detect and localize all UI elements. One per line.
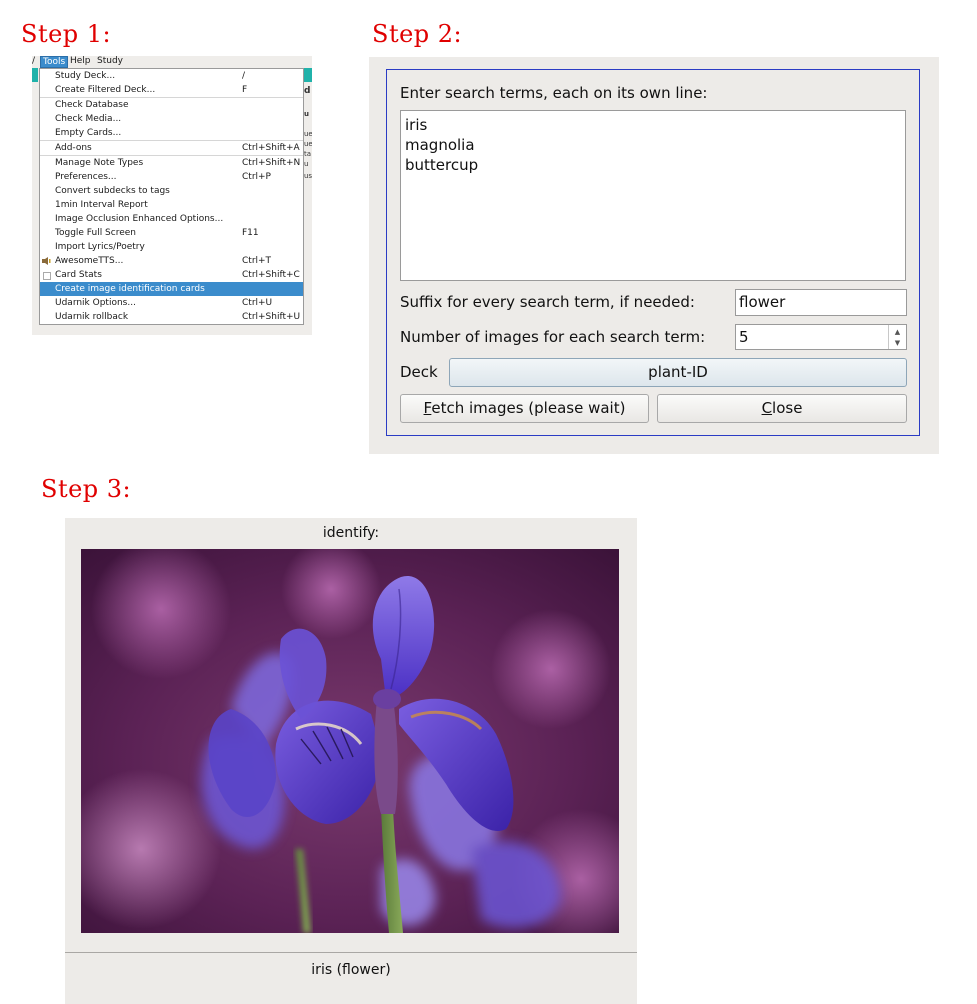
menu-item-udarnik-rollback[interactable]: Udarnik rollback Ctrl+Shift+U [40,310,303,324]
menu-screenshot: / Tools Help Study d u ue ue ta u us Stu… [32,56,312,335]
search-term-line: buttercup [405,156,479,174]
image-count-label: Number of images for each search term: [400,328,706,346]
menu-item-toggle-full-screen[interactable]: Toggle Full Screen F11 [40,226,303,240]
search-terms-label: Enter search terms, each on its own line… [400,84,708,102]
menu-item-empty-cards[interactable]: Empty Cards... [40,126,303,140]
menubar-tools[interactable]: Tools [40,56,69,68]
tools-dropdown: Study Deck... / Create Filtered Deck... … [39,68,304,325]
menu-item-interval-report[interactable]: 1min Interval Report [40,198,303,212]
suffix-input[interactable]: flower [735,289,907,316]
search-term-line: magnolia [405,136,475,154]
menu-item-check-database[interactable]: Check Database [40,98,303,112]
deck-label: Deck [400,363,438,381]
menubar-study[interactable]: Study [97,56,123,67]
menu-item-create-filtered-deck[interactable]: Create Filtered Deck... F [40,83,303,97]
menu-item-image-occlusion-options[interactable]: Image Occlusion Enhanced Options... [40,212,303,226]
spin-down-icon[interactable]: ▼ [889,337,906,349]
step-2-label: Step 2: [372,20,463,48]
checkbox-icon [43,272,51,280]
search-terms-textarea[interactable]: iris magnolia buttercup [400,110,906,281]
window-accent-left [32,68,38,82]
step-3-label: Step 3: [41,475,132,503]
menu-item-study-deck[interactable]: Study Deck... / [40,69,303,83]
menu-item-card-stats[interactable]: Card Stats Ctrl+Shift+C [40,268,303,282]
menu-item-preferences[interactable]: Preferences... Ctrl+P [40,170,303,184]
search-term-line: iris [405,116,428,134]
menubar-help[interactable]: Help [70,56,91,67]
menu-item-add-ons[interactable]: Add-ons Ctrl+Shift+A [40,141,303,155]
menu-item-udarnik-options[interactable]: Udarnik Options... Ctrl+U [40,296,303,310]
card-question: identify: [322,525,380,541]
speaker-icon [42,257,51,265]
close-button[interactable]: Close [657,394,907,423]
iris-flower-photo [81,549,619,933]
suffix-label: Suffix for every search term, if needed: [400,293,695,311]
flashcard-preview: identify: iris (flower) [65,518,637,1004]
fetch-images-button[interactable]: Fetch images (please wait) [400,394,649,423]
menu-item-awesometts[interactable]: AwesomeTTS... Ctrl+T [40,254,303,268]
window-accent-right [304,68,312,82]
iris-photo-image [81,549,619,933]
menu-item-check-media[interactable]: Check Media... [40,112,303,126]
menu-item-create-image-identification-cards[interactable]: Create image identification cards [40,282,303,296]
menu-item-convert-subdecks[interactable]: Convert subdecks to tags [40,184,303,198]
card-divider [65,952,637,953]
menubar: / Tools Help Study [32,56,123,68]
menu-item-manage-note-types[interactable]: Manage Note Types Ctrl+Shift+N [40,156,303,170]
image-count-spinbox[interactable]: 5 ▲ ▼ [735,324,907,350]
card-answer: iris (flower) [311,962,391,978]
step-1-label: Step 1: [21,20,112,48]
deck-selector-button[interactable]: plant-ID [449,358,907,387]
menu-item-import-lyrics[interactable]: Import Lyrics/Poetry [40,240,303,254]
